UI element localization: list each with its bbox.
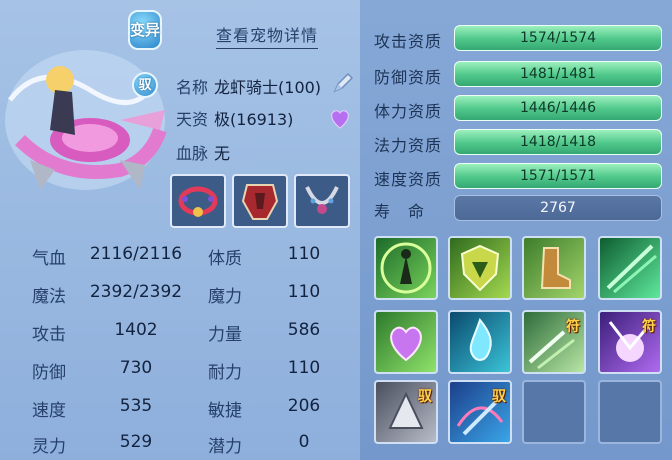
ride-badge: 驭 — [132, 72, 158, 98]
skill-slot-10[interactable]: 驭 — [448, 380, 512, 444]
stat-mp-label: 魔法 — [32, 287, 66, 307]
attack-aptitude-value: 1574/1574 — [520, 30, 596, 46]
stamina-aptitude-label: 体力资质 — [374, 102, 443, 121]
stat-hp-label: 气血 — [32, 249, 66, 269]
pet-talent-label: 天资 — [176, 110, 209, 129]
attack-aptitude-label: 攻击资质 — [374, 32, 443, 51]
stat-agility-value: 206 — [287, 396, 321, 416]
stat-strength-label: 力量 — [208, 325, 242, 345]
stamina-aptitude-bar: 1446/1446 — [454, 95, 662, 121]
magic-aptitude-value: 1418/1418 — [520, 134, 596, 150]
speed-aptitude-label: 速度资质 — [374, 170, 443, 189]
stat-endurance-label: 耐力 — [208, 363, 242, 383]
collar-icon — [178, 186, 218, 217]
skill-slot-12-empty[interactable] — [598, 380, 662, 444]
necklace-icon — [305, 186, 339, 214]
stat-spirit-label: 灵力 — [32, 437, 66, 457]
skill-slot-2[interactable] — [448, 236, 512, 300]
stat-defense-value: 730 — [119, 358, 153, 378]
ride-tag: 驭 — [492, 389, 506, 405]
talisman-tag: 符 — [642, 319, 656, 335]
stat-constitution-value: 110 — [287, 244, 321, 264]
stat-potential-label: 潜力 — [208, 437, 242, 457]
ride-tag: 驭 — [418, 389, 432, 405]
defense-aptitude-label: 防御资质 — [374, 68, 443, 87]
edit-name-icon[interactable] — [330, 70, 356, 96]
pet-bloodline-row: 血脉无 — [176, 140, 230, 164]
shield-skill-icon — [460, 244, 500, 292]
stat-agility-label: 敏捷 — [208, 401, 242, 421]
stat-speed-label: 速度 — [32, 401, 66, 421]
armor-icon — [241, 184, 279, 220]
ride-badge-label: 驭 — [138, 77, 152, 93]
view-pet-details-link[interactable]: 查看宠物详情 — [216, 22, 319, 49]
green-burst-skill-icon — [606, 244, 657, 294]
stat-spirit-value: 529 — [119, 432, 153, 452]
skill-slot-4[interactable] — [598, 236, 662, 300]
lifespan-label: 寿 命 — [374, 202, 426, 221]
stat-mp-value: 2392/2392 — [89, 282, 183, 302]
warrior-skill-icon — [380, 242, 432, 294]
skill-slot-3[interactable] — [522, 236, 586, 300]
skill-slot-7[interactable]: 符 — [522, 310, 586, 374]
skill-slot-5[interactable] — [374, 310, 438, 374]
pet-talent-value: 极(16913) — [214, 110, 294, 129]
pet-detail-panel: 变异 驭 查看宠物详情 名称龙虾骑士(100) 天资极(16913) 血脉无 — [0, 0, 672, 460]
mutation-badge: 变异 — [128, 10, 162, 50]
pet-name-row: 名称 龙虾骑士(100) — [176, 74, 321, 98]
heart-icon[interactable] — [328, 108, 352, 130]
stat-defense-label: 防御 — [32, 363, 66, 383]
stat-attack-value: 1402 — [114, 320, 158, 340]
talisman-tag: 符 — [566, 319, 580, 335]
boot-skill-icon — [540, 247, 571, 289]
skill-slot-11-empty[interactable] — [522, 380, 586, 444]
equipment-slot-1[interactable] — [170, 174, 226, 228]
pet-name-value: 龙虾骑士(100) — [214, 78, 322, 97]
stat-magic-value: 110 — [287, 282, 321, 302]
blue-flame-skill-icon — [469, 317, 492, 361]
lifespan-bar: 2767 — [454, 195, 662, 221]
attack-aptitude-bar: 1574/1574 — [454, 25, 662, 51]
lifespan-value: 2767 — [540, 200, 576, 216]
defense-aptitude-bar: 1481/1481 — [454, 61, 662, 87]
pet-name-label: 名称 — [176, 78, 209, 97]
skill-slot-1[interactable] — [374, 236, 438, 300]
speed-aptitude-bar: 1571/1571 — [454, 163, 662, 189]
equipment-slot-3[interactable] — [294, 174, 350, 228]
stat-hp-value: 2116/2116 — [89, 244, 183, 264]
skill-slot-6[interactable] — [448, 310, 512, 374]
pet-bloodline-label: 血脉 — [176, 144, 209, 163]
stat-magic-label: 魔力 — [208, 287, 242, 307]
stat-constitution-label: 体质 — [208, 249, 242, 269]
defense-aptitude-value: 1481/1481 — [520, 66, 596, 82]
pet-bloodline-value: 无 — [214, 144, 231, 163]
stat-speed-value: 535 — [119, 396, 153, 416]
heart-skill-icon — [390, 326, 422, 362]
skill-slot-9[interactable]: 驭 — [374, 380, 438, 444]
skill-slot-8[interactable]: 符 — [598, 310, 662, 374]
stat-attack-label: 攻击 — [32, 325, 66, 345]
stamina-aptitude-value: 1446/1446 — [520, 100, 596, 116]
pet-talent-row: 天资 极(16913) — [176, 106, 293, 130]
speed-aptitude-value: 1571/1571 — [520, 168, 596, 184]
stat-strength-value: 586 — [287, 320, 321, 340]
stat-endurance-value: 110 — [287, 358, 321, 378]
magic-aptitude-label: 法力资质 — [374, 136, 443, 155]
magic-aptitude-bar: 1418/1418 — [454, 129, 662, 155]
mutation-badge-label: 变异 — [130, 20, 161, 39]
equipment-slot-2[interactable] — [232, 174, 288, 228]
stat-potential-value: 0 — [298, 432, 310, 452]
